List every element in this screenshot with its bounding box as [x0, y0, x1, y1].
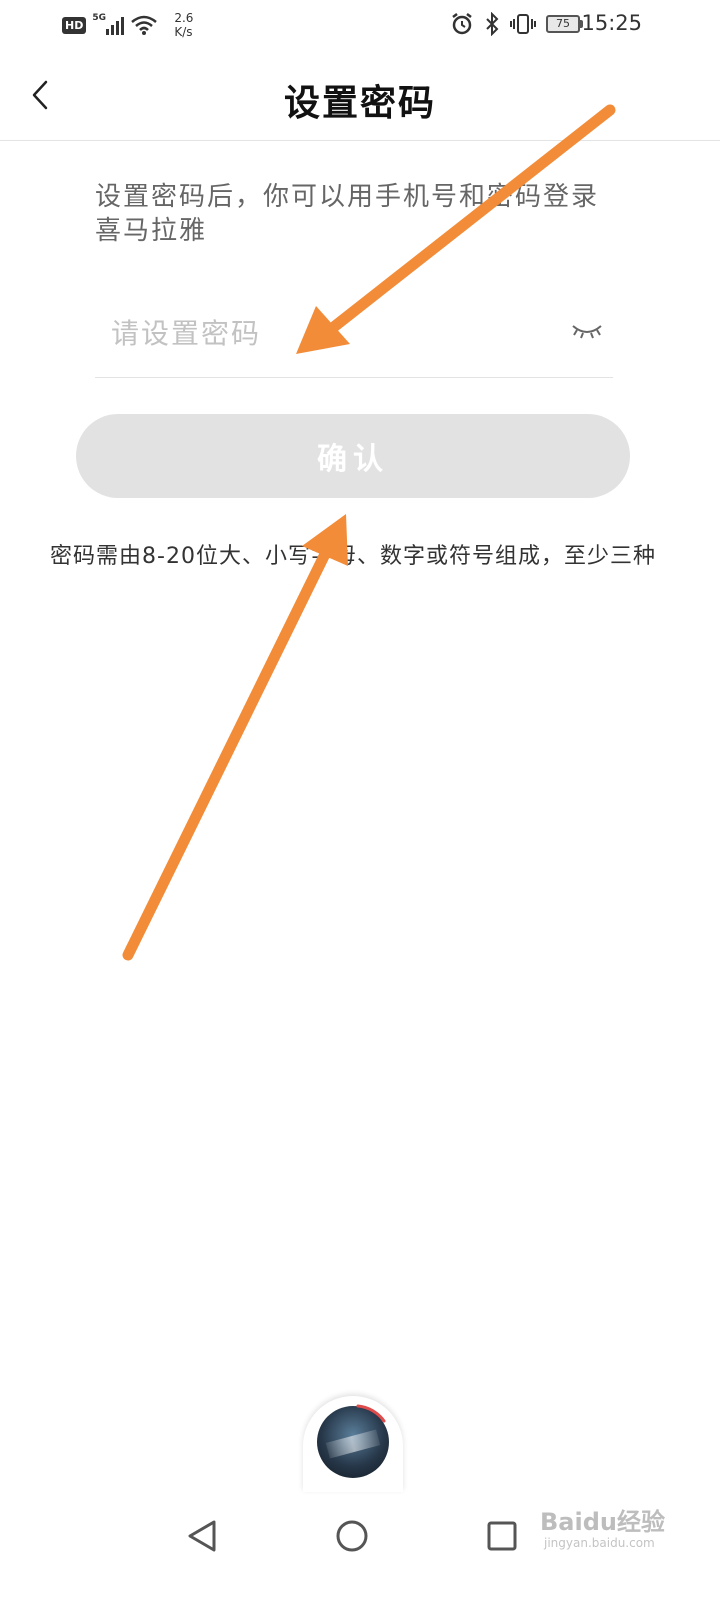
password-requirement-hint: 密码需由8-20位大、小写字母、数字或符号组成，至少三种: [50, 544, 656, 569]
wifi-icon: [131, 15, 158, 35]
triangle-back-icon: [188, 1520, 216, 1552]
password-field-row: [95, 290, 613, 378]
password-visibility-toggle[interactable]: [569, 318, 605, 342]
watermark-url: jingyan.baidu.com: [544, 1536, 655, 1550]
description: 设置密码后，你可以用手机号和密码登录 喜马拉雅: [95, 180, 625, 248]
watermark-text: Baidu经验: [540, 1508, 665, 1536]
confirm-button[interactable]: 确认: [76, 414, 630, 498]
status-right: 75: [450, 12, 583, 36]
description-line-1: 设置密码后，你可以用手机号和密码登录: [95, 182, 600, 212]
battery-icon: 75: [546, 15, 583, 33]
network-type: 5G: [92, 13, 106, 23]
speed-value: 2.6: [174, 11, 194, 25]
description-line-2: 喜马拉雅: [95, 216, 208, 246]
circle-home-icon: [336, 1520, 368, 1552]
battery-level: 75: [546, 15, 580, 33]
annotation-arrow-to-button: [122, 514, 348, 961]
bluetooth-icon: [486, 12, 499, 36]
nav-home-button[interactable]: [322, 1506, 382, 1566]
play-progress-ring: [356, 1404, 386, 1423]
password-input[interactable]: [111, 310, 541, 356]
mini-player[interactable]: [303, 1396, 403, 1492]
square-recents-icon: [487, 1521, 517, 1551]
vibrate-icon: [510, 14, 536, 34]
hd-badge: HD: [62, 16, 87, 34]
page-title: 设置密码: [283, 83, 436, 124]
eye-closed-icon: [572, 325, 602, 339]
status-time: 15:25: [581, 11, 642, 35]
speed-unit: K/s: [174, 25, 193, 39]
nav-back-button[interactable]: [172, 1506, 232, 1566]
nav-header: 设置密码: [0, 50, 720, 141]
signal-icon: 5G: [92, 13, 125, 35]
status-bar: HD 5G 2.6 K/s 75 15:25: [0, 0, 720, 50]
status-left: HD 5G 2.6 K/s: [62, 10, 193, 40]
nav-recents-button[interactable]: [472, 1506, 532, 1566]
alarm-icon: [452, 13, 472, 35]
baidu-watermark: Baidu经验 jingyan.baidu.com: [540, 1496, 700, 1556]
network-speed: 2.6 K/s: [174, 11, 193, 39]
